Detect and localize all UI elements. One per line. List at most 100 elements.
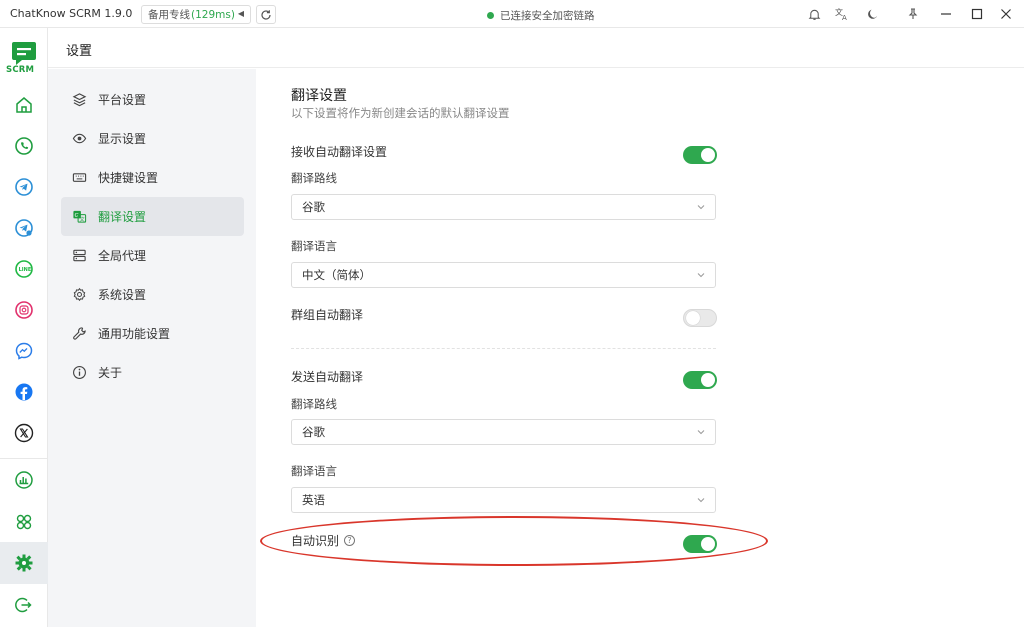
rail-item-facebook[interactable] — [12, 380, 36, 404]
receive-route-label: 翻译路线 — [291, 171, 337, 185]
gear-icon — [71, 287, 87, 303]
menu-item-proxy[interactable]: 全局代理 — [61, 236, 244, 275]
section-subtitle: 以下设置将作为新创建会话的默认翻译设置 — [291, 106, 510, 120]
rail-item-home[interactable] — [12, 93, 36, 117]
menu-item-general[interactable]: 通用功能设置 — [61, 314, 244, 353]
rail-item-statistics[interactable] — [12, 468, 36, 492]
menu-item-label: 显示设置 — [98, 132, 147, 146]
statistics-icon — [15, 471, 33, 489]
section-title: 翻译设置 — [291, 88, 347, 104]
settings-menu: 平台设置 显示设置 快捷键设置 G文 翻译设置 全局代理 系统设置 通用功能设置… — [48, 69, 256, 627]
x-icon — [14, 423, 34, 443]
rail-item-instagram[interactable] — [12, 298, 36, 322]
rail-item-telegram-business[interactable] — [12, 216, 36, 240]
svg-text:LINE: LINE — [19, 267, 32, 273]
whatsapp-icon — [15, 137, 33, 155]
menu-item-platform[interactable]: 平台设置 — [61, 80, 244, 119]
menu-item-label: 系统设置 — [98, 288, 147, 302]
send-route-select[interactable]: 谷歌 — [291, 419, 716, 445]
rail-item-line[interactable]: LINE — [12, 257, 36, 281]
menu-item-shortcut[interactable]: 快捷键设置 — [61, 158, 244, 197]
telegram-business-icon — [15, 219, 33, 237]
receive-route-select[interactable]: 谷歌 — [291, 194, 716, 220]
menu-item-translate[interactable]: G文 翻译设置 — [61, 197, 244, 236]
svg-text:文: 文 — [79, 215, 84, 223]
send-auto-translate-toggle[interactable] — [683, 371, 717, 389]
send-route-label: 翻译路线 — [291, 397, 337, 411]
translate-icon: G文 — [71, 209, 87, 225]
refresh-button[interactable] — [256, 5, 276, 24]
rail-item-apps[interactable] — [12, 510, 36, 534]
telegram-icon — [15, 178, 33, 196]
pin-icon[interactable] — [905, 6, 921, 22]
moon-icon[interactable] — [864, 6, 880, 22]
send-lang-label: 翻译语言 — [291, 464, 337, 478]
rail-item-telegram[interactable] — [12, 175, 36, 199]
rail-item-settings[interactable] — [12, 551, 36, 575]
instagram-icon — [15, 301, 33, 319]
status-text: 已连接安全加密链路 — [500, 10, 595, 22]
line-icon: LINE — [15, 260, 33, 278]
chevron-down-icon — [697, 205, 705, 210]
line-select-label: 备用专线 — [148, 9, 190, 21]
menu-item-label: 全局代理 — [98, 249, 147, 263]
chevron-down-icon — [697, 430, 705, 435]
line-select[interactable]: 备用专线 (129ms) ◀ — [141, 5, 251, 24]
chevron-down-icon — [697, 273, 705, 278]
status-dot — [487, 12, 494, 19]
group-auto-translate-label: 群组自动翻译 — [291, 308, 364, 322]
rail-divider — [0, 458, 48, 459]
receive-lang-value: 中文（简体） — [302, 268, 371, 282]
svg-text:A: A — [842, 14, 847, 21]
server-icon — [71, 248, 87, 264]
keyboard-icon — [71, 170, 87, 186]
line-select-ping: (129ms) — [191, 8, 235, 21]
maximize-icon[interactable] — [969, 6, 985, 22]
title-bar: ChatKnow SCRM 1.9.0 备用专线 (129ms) ◀ 已连接安全… — [0, 0, 1024, 28]
info-icon — [71, 365, 87, 381]
bell-icon[interactable] — [806, 6, 822, 22]
apps-icon — [16, 514, 32, 530]
send-lang-select[interactable]: 英语 — [291, 487, 716, 513]
menu-item-label: 快捷键设置 — [98, 171, 159, 185]
receive-lang-select[interactable]: 中文（简体） — [291, 262, 716, 288]
rail-item-whatsapp[interactable] — [12, 134, 36, 158]
app-rail: SCRM LINE — [0, 28, 48, 627]
refresh-icon — [261, 9, 271, 20]
facebook-icon — [15, 383, 33, 401]
app-title: ChatKnow SCRM 1.9.0 — [10, 7, 133, 20]
send-route-value: 谷歌 — [302, 425, 325, 439]
rail-item-logout[interactable] — [12, 593, 36, 617]
gear-icon — [15, 554, 33, 572]
receive-auto-translate-label: 接收自动翻译设置 — [291, 145, 388, 159]
menu-item-label: 翻译设置 — [98, 210, 147, 224]
menu-item-label: 通用功能设置 — [98, 327, 171, 341]
close-icon[interactable] — [998, 6, 1014, 22]
receive-lang-label: 翻译语言 — [291, 239, 337, 253]
toggle-knob — [686, 311, 700, 325]
toggle-knob — [701, 373, 715, 387]
menu-item-about[interactable]: 关于 — [61, 353, 244, 392]
receive-auto-translate-toggle[interactable] — [683, 146, 717, 164]
home-icon — [16, 97, 32, 113]
logout-icon — [15, 597, 32, 613]
menu-item-system[interactable]: 系统设置 — [61, 275, 244, 314]
connection-status: 已连接安全加密链路 — [487, 8, 595, 23]
toggle-knob — [701, 148, 715, 162]
menu-item-display[interactable]: 显示设置 — [61, 119, 244, 158]
page-title: 设置 — [66, 44, 93, 59]
menu-item-label: 关于 — [98, 366, 123, 380]
translate-language-icon[interactable]: 文A — [834, 6, 850, 22]
layers-icon — [71, 92, 87, 108]
caret-left-icon: ◀ — [237, 9, 244, 18]
receive-route-value: 谷歌 — [302, 200, 325, 214]
page-header: 设置 — [48, 28, 1024, 68]
group-auto-translate-toggle[interactable] — [683, 309, 717, 327]
minimize-icon[interactable] — [938, 6, 954, 22]
messenger-icon — [15, 342, 33, 360]
wrench-icon — [71, 326, 87, 342]
logo-text: SCRM — [6, 65, 35, 75]
rail-item-messenger[interactable] — [12, 339, 36, 363]
rail-item-x[interactable] — [12, 421, 36, 445]
eye-icon — [71, 131, 87, 147]
